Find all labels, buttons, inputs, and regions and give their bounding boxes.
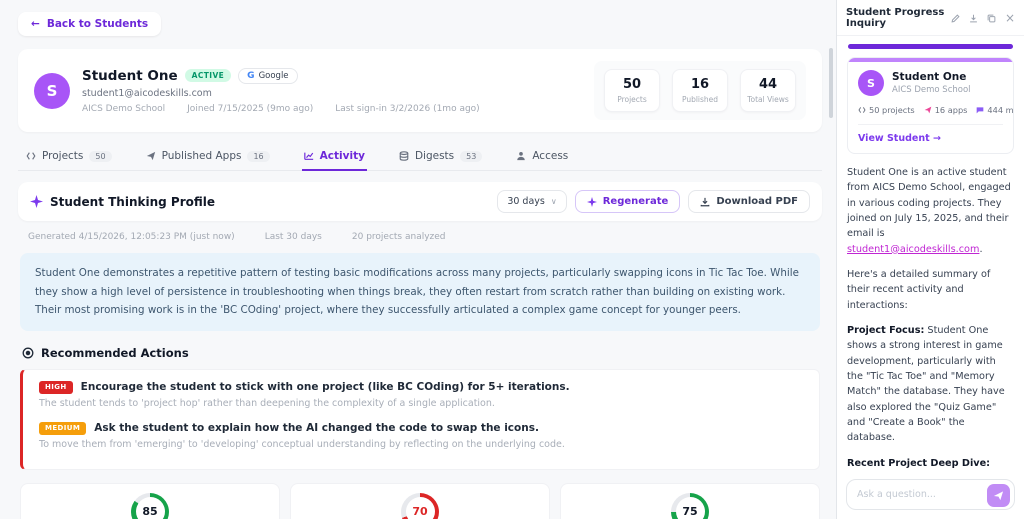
project-focus-paragraph: Project Focus: Student One shows a stron… [847, 324, 1005, 444]
assistant-response: Student One is an active student from AI… [847, 165, 1014, 471]
profile-meta-row: Generated 4/15/2026, 12:05:23 PM (just n… [18, 221, 822, 242]
gauge-ring: 85 [131, 492, 169, 519]
person-icon [516, 151, 526, 161]
tab-bar: Projects 50 Published Apps 16 Activity D… [18, 142, 822, 171]
intro-paragraph: Student One is an active student from AI… [847, 167, 1011, 255]
summary-paragraph: Here's a detailed summary of their recen… [847, 268, 991, 311]
profile-title: Student Thinking Profile [50, 194, 215, 209]
chevron-down-icon: ∨ [550, 197, 557, 206]
tab-projects[interactable]: Projects 50 [24, 142, 114, 171]
back-button-label: Back to Students [46, 18, 149, 30]
priority-badge-high: HIGH [39, 380, 73, 394]
student-joined: Joined 7/15/2025 (9mo ago) [187, 103, 314, 114]
gauge-clarity: 75 Clarity Prompts are clear and success… [560, 482, 820, 519]
student-header-card: S Student One ACTIVE G Google student1@a… [18, 49, 822, 132]
main-content: ← Back to Students S Student One ACTIVE … [0, 0, 836, 519]
gauge-ai-dependence: 70 AI Dependence Rarely asks 'why' or 'h… [290, 482, 550, 519]
thinking-profile-header: Student Thinking Profile 30 days ∨ Regen… [18, 182, 822, 221]
stat-published: 16 Published [672, 69, 728, 112]
student-summary-card: S Student One AICS Demo School 50 projec… [847, 57, 1014, 154]
tab-published-apps[interactable]: Published Apps 16 [144, 142, 272, 171]
gauge-seriousness: 85 Seriousness High volume of projects, … [20, 482, 280, 519]
stack-icon [399, 151, 409, 161]
recommended-actions-box: HIGH Encourage the student to stick with… [20, 368, 820, 470]
action-item: HIGH Encourage the student to stick with… [39, 380, 570, 409]
student-email: student1@aicodeskills.com [82, 87, 212, 99]
status-badge: ACTIVE [184, 69, 232, 82]
provider-label: Google [258, 70, 289, 81]
edit-icon[interactable] [951, 13, 960, 23]
deep-dive-heading: Recent Project Deep Dive: [847, 457, 991, 469]
projects-analyzed: 20 projects analyzed [351, 232, 446, 242]
student-last-signin: Last sign-in 3/2/2026 (1mo ago) [335, 103, 480, 114]
view-student-link[interactable]: View Student → [858, 124, 1003, 144]
metric-gauges: 85 Seriousness High volume of projects, … [20, 482, 820, 519]
sparkle-icon [30, 195, 43, 208]
action-item: MEDIUM Ask the student to explain how th… [39, 421, 565, 450]
send-icon [993, 490, 1004, 501]
card-student-name: Student One [892, 71, 967, 83]
stat-projects: 50 Projects [604, 69, 660, 112]
student-avatar: S [858, 70, 884, 96]
card-student-school: AICS Demo School [892, 85, 971, 95]
tab-digests[interactable]: Digests 53 [397, 142, 484, 171]
inquiry-sidebar: Student Progress Inquiry × S Student One… [836, 0, 1024, 519]
send-button[interactable] [987, 483, 1010, 507]
bullseye-icon [22, 347, 34, 359]
stat-total-views: 44 Total Views [740, 69, 796, 112]
tab-digests-badge: 53 [460, 150, 483, 162]
sidebar-conversation[interactable]: S Student One AICS Demo School 50 projec… [837, 36, 1024, 471]
email-link[interactable]: student1@aicodeskills.com [847, 244, 979, 255]
student-avatar: S [34, 72, 70, 109]
download-icon[interactable] [969, 14, 978, 23]
tab-published-badge: 16 [247, 150, 270, 162]
sidebar-title: Student Progress Inquiry [846, 7, 945, 29]
period-select[interactable]: 30 days ∨ [497, 190, 567, 213]
recommended-actions-title: Recommended Actions [22, 346, 818, 360]
generated-timestamp: Generated 4/15/2026, 12:05:23 PM (just n… [28, 232, 235, 242]
sparkle-icon [586, 196, 597, 207]
tab-access[interactable]: Access [514, 142, 570, 171]
query-highlight-bar [848, 44, 1013, 49]
download-icon [700, 197, 710, 207]
google-provider-badge: G Google [238, 67, 298, 84]
student-name: Student One [82, 67, 178, 84]
close-icon[interactable]: × [1005, 12, 1015, 24]
chart-line-icon [303, 151, 314, 161]
download-pdf-button[interactable]: Download PDF [688, 190, 810, 213]
google-icon: G [247, 70, 255, 81]
student-stats: 50 Projects 16 Published 44 Total Views [594, 61, 806, 120]
profile-summary: Student One demonstrates a repetitive pa… [20, 253, 820, 331]
question-input-row [837, 471, 1024, 519]
card-stat-msgs: 444 msgs [976, 105, 1013, 115]
back-to-students-button[interactable]: ← Back to Students [18, 12, 162, 36]
priority-badge-medium: MEDIUM [39, 421, 87, 435]
analysis-window: Last 30 days [264, 232, 322, 242]
sidebar-header: Student Progress Inquiry × [837, 0, 1024, 36]
paper-plane-icon [146, 151, 156, 161]
tab-activity[interactable]: Activity [301, 142, 367, 171]
main-scrollbar[interactable] [829, 48, 833, 118]
back-arrow-icon: ← [31, 18, 40, 30]
code-icon [26, 151, 36, 161]
regenerate-button[interactable]: Regenerate [574, 190, 681, 213]
card-stat-apps: 16 apps [924, 105, 967, 115]
copy-icon[interactable] [987, 14, 996, 23]
tab-projects-badge: 50 [89, 150, 112, 162]
gauge-ring: 75 [671, 492, 709, 519]
student-school: AICS Demo School [82, 103, 166, 114]
card-stat-projects: 50 projects [858, 105, 915, 115]
gauge-ring: 70 [401, 492, 439, 519]
